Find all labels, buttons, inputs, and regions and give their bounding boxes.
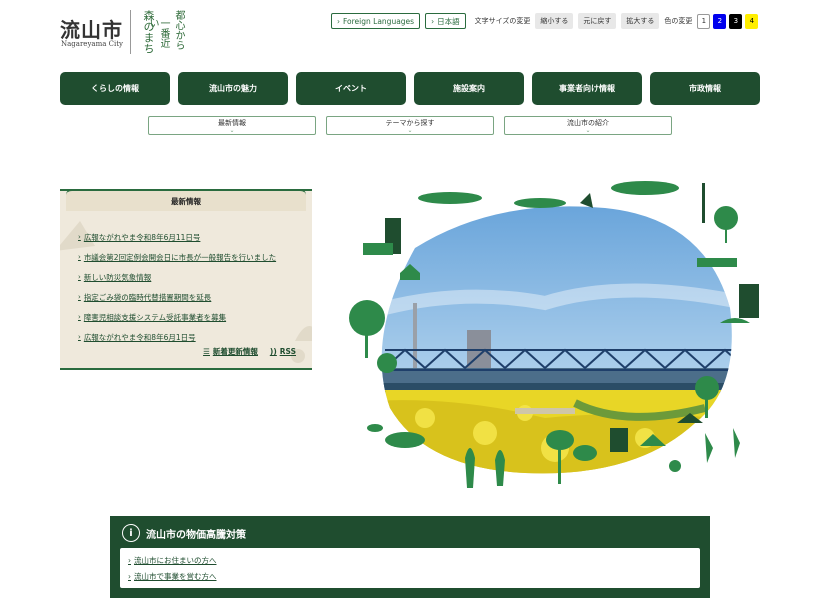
rss-label: RSS bbox=[279, 347, 296, 356]
price-measures-title: 流山市の物価高騰対策 bbox=[146, 529, 246, 541]
subnav-item-1[interactable]: 最新情報 ⌄ bbox=[148, 116, 316, 135]
news-item-label: 新しい防災気象情報 bbox=[83, 272, 152, 282]
news-panel: 最新情報 › 広報ながれやま令和8年6月11日号 › 市議会第2回定例会開会日に市長が… bbox=[60, 189, 312, 370]
measure-link-2[interactable]: › 流山市で事業を営む方へ bbox=[128, 568, 692, 584]
more-updates-label: 新着更新情報 bbox=[212, 347, 258, 356]
price-measures-panel: i 流山市の物価高騰対策 › 流山市にお住まいの方へ › 流山市で事業を営む方へ bbox=[110, 516, 710, 598]
japanese-button[interactable]: › 日本語 bbox=[425, 13, 466, 29]
mainnav-item-5[interactable]: 事業者向け情報 bbox=[532, 72, 642, 105]
mainnav-item-3[interactable]: イベント bbox=[296, 72, 406, 105]
hero-svg bbox=[349, 181, 759, 488]
rss-link[interactable]: )) RSS bbox=[270, 346, 296, 357]
list-icon: ☰ bbox=[203, 347, 210, 356]
chevron-right-icon: › bbox=[128, 555, 131, 565]
chevron-right-icon: › bbox=[78, 333, 81, 341]
color-options: 1234 bbox=[697, 13, 759, 29]
news-footer: ☰ 新着更新情報 )) RSS bbox=[203, 346, 296, 357]
news-item[interactable]: › 障害児相談支援システム受託事業者を募集 bbox=[78, 307, 276, 327]
price-measures-header: i 流山市の物価高騰対策 bbox=[122, 524, 246, 542]
news-title: 最新情報 bbox=[66, 189, 306, 211]
enlarge-font-button[interactable]: 拡大する bbox=[621, 13, 660, 29]
color-option-3[interactable]: 3 bbox=[729, 13, 743, 29]
color-option-1[interactable]: 1 bbox=[697, 13, 711, 29]
sub-navigation: 最新情報 ⌄ テーマから探す ⌄ 流山市の紹介 ⌄ bbox=[148, 116, 672, 135]
color-change-label: 色の変更 bbox=[664, 17, 693, 25]
tagline-line-1: 都心から bbox=[173, 10, 184, 50]
chevron-right-icon: › bbox=[337, 16, 340, 26]
chevron-right-icon: › bbox=[128, 571, 131, 581]
news-list: › 広報ながれやま令和8年6月11日号 › 市議会第2回定例会開会日に市長が一般報告を… bbox=[78, 227, 276, 347]
subnav-item-2[interactable]: テーマから探す ⌄ bbox=[326, 116, 494, 135]
mainnav-item-4[interactable]: 施設案内 bbox=[414, 72, 524, 105]
measure-link-label: 流山市にお住まいの方へ bbox=[134, 555, 217, 565]
measure-link-1[interactable]: › 流山市にお住まいの方へ bbox=[128, 552, 692, 568]
mainnav-item-6[interactable]: 市政情報 bbox=[650, 72, 760, 105]
chevron-down-icon: ⌄ bbox=[229, 126, 235, 134]
color-option-2[interactable]: 2 bbox=[713, 13, 727, 29]
news-item-label: 市議会第2回定例会開会日に市長が一般報告を行いました bbox=[83, 252, 277, 262]
hero-illustration bbox=[345, 178, 765, 493]
logo-tagline: 都心から 一番近い 森のまち bbox=[138, 8, 186, 56]
measure-link-label: 流山市で事業を営む方へ bbox=[134, 571, 217, 581]
chevron-right-icon: › bbox=[78, 293, 81, 301]
news-item-label: 広報ながれやま令和8年6月1日号 bbox=[83, 332, 196, 342]
tagline-line-3: 森のまち bbox=[142, 10, 155, 54]
logo-name: 流山市 bbox=[60, 18, 123, 42]
chevron-right-icon: › bbox=[78, 313, 81, 321]
chevron-down-icon: ⌄ bbox=[407, 126, 413, 134]
info-icon: i bbox=[122, 524, 140, 542]
news-item[interactable]: › 広報ながれやま令和8年6月11日号 bbox=[78, 227, 276, 247]
chevron-right-icon: › bbox=[78, 233, 81, 241]
logo-divider bbox=[130, 10, 131, 54]
news-item[interactable]: › 広報ながれやま令和8年6月1日号 bbox=[78, 327, 276, 347]
foreign-languages-label: Foreign Languages bbox=[343, 16, 415, 26]
logo-subtitle: Nagareyama City bbox=[61, 40, 123, 48]
news-item-label: 広報ながれやま令和8年6月11日号 bbox=[83, 232, 201, 242]
site-logo[interactable]: 流山市 Nagareyama City 都心から 一番近い 森のまち bbox=[60, 8, 190, 56]
news-item-label: 障害児相談支援システム受託事業者を募集 bbox=[83, 312, 227, 322]
price-measures-links: › 流山市にお住まいの方へ › 流山市で事業を営む方へ bbox=[120, 548, 700, 588]
chevron-right-icon: › bbox=[78, 253, 81, 261]
foreign-languages-button[interactable]: › Foreign Languages bbox=[331, 13, 421, 29]
reset-font-button[interactable]: 元に戻す bbox=[578, 13, 617, 29]
more-updates-link[interactable]: ☰ 新着更新情報 bbox=[203, 346, 258, 357]
color-option-4[interactable]: 4 bbox=[745, 13, 759, 29]
chevron-right-icon: › bbox=[78, 273, 81, 281]
japanese-label: 日本語 bbox=[437, 16, 460, 26]
utility-bar: › Foreign Languages › 日本語 文字サイズの変更 縮小する … bbox=[331, 13, 759, 29]
news-item[interactable]: › 指定ごみ袋の臨時代替措置期間を延長 bbox=[78, 287, 276, 307]
chevron-right-icon: › bbox=[431, 16, 435, 26]
mainnav-item-2[interactable]: 流山市の魅力 bbox=[178, 72, 288, 105]
chevron-down-icon: ⌄ bbox=[585, 126, 591, 134]
rss-icon: )) bbox=[269, 347, 277, 356]
main-navigation: くらしの情報 流山市の魅力 イベント 施設案内 事業者向け情報 市政情報 bbox=[60, 72, 760, 105]
news-item[interactable]: › 新しい防災気象情報 bbox=[78, 267, 276, 287]
mainnav-item-1[interactable]: くらしの情報 bbox=[60, 72, 170, 105]
news-item[interactable]: › 市議会第2回定例会開会日に市長が一般報告を行いました bbox=[78, 247, 276, 267]
news-item-label: 指定ごみ袋の臨時代替措置期間を延長 bbox=[83, 292, 212, 302]
subnav-item-3[interactable]: 流山市の紹介 ⌄ bbox=[504, 116, 672, 135]
font-size-label: 文字サイズの変更 bbox=[474, 17, 531, 25]
shrink-font-button[interactable]: 縮小する bbox=[535, 13, 574, 29]
